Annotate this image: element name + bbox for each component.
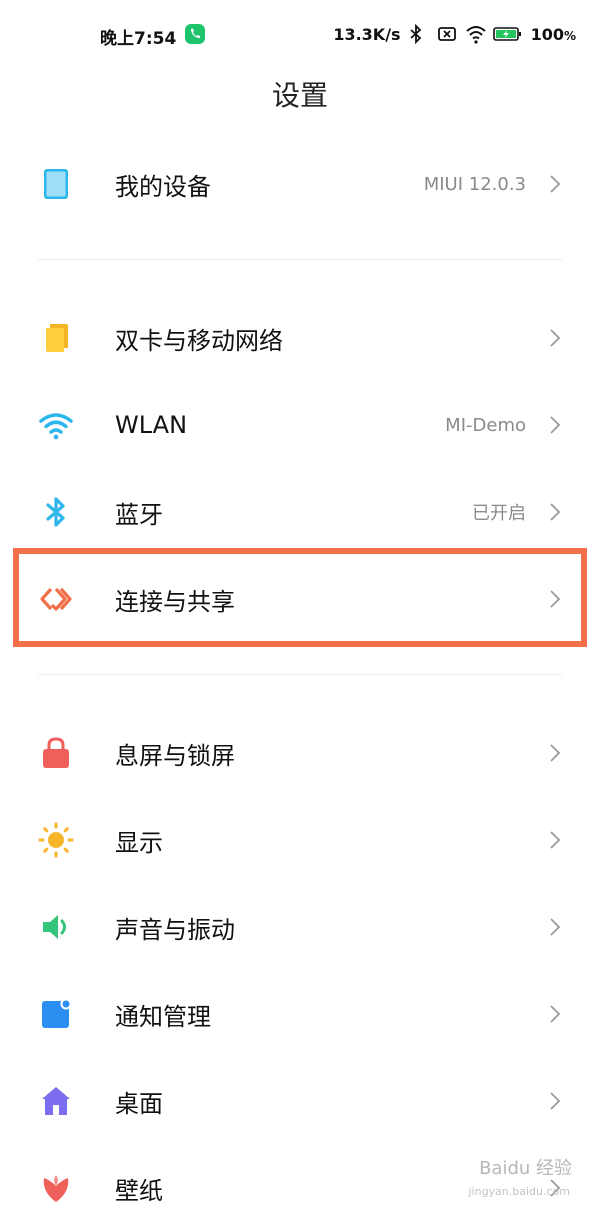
chevron-right-icon xyxy=(544,501,566,523)
network-speed: 13.3K/s xyxy=(333,24,401,44)
row-label: WLAN xyxy=(115,411,188,439)
flower-icon xyxy=(38,1170,74,1206)
row-label: 桌面 xyxy=(115,1089,163,1118)
row-value: MI-Demo xyxy=(445,414,526,436)
lock-icon xyxy=(38,735,74,771)
sim-off-icon xyxy=(437,24,457,44)
chevron-right-icon xyxy=(544,173,566,195)
settings-row-notifications[interactable]: 通知管理 xyxy=(0,971,600,1057)
chevron-right-icon xyxy=(544,742,566,764)
sim-card-icon xyxy=(38,320,74,356)
row-label: 我的设备 xyxy=(115,172,211,201)
row-value: MIUI 12.0.3 xyxy=(423,173,526,195)
home-icon xyxy=(38,1083,74,1119)
wifi-icon xyxy=(38,407,74,443)
section-divider xyxy=(38,259,562,260)
phone-call-icon xyxy=(185,24,205,44)
chevron-right-icon xyxy=(544,829,566,851)
device-icon xyxy=(38,166,74,202)
settings-row-display[interactable]: 显示 xyxy=(0,797,600,883)
status-bar: 晚上7:54 13.3K/s 100% xyxy=(0,0,600,70)
row-label: 蓝牙 xyxy=(115,500,163,529)
settings-row-lock-screen[interactable]: 息屏与锁屏 xyxy=(0,710,600,796)
wifi-icon xyxy=(465,24,486,44)
row-label: 息屏与锁屏 xyxy=(115,741,235,770)
status-right: 13.3K/s 100% xyxy=(333,23,576,45)
watermark-url: jingyan.baidu.com xyxy=(468,1185,570,1198)
row-label: 通知管理 xyxy=(115,1002,211,1031)
chevron-right-icon xyxy=(544,1090,566,1112)
chevron-right-icon xyxy=(544,327,566,349)
sun-icon xyxy=(38,822,74,858)
settings-row-wlan[interactable]: WLAN MI-Demo xyxy=(0,382,600,468)
row-label: 声音与振动 xyxy=(115,915,235,944)
settings-row-my-device[interactable]: 我的设备 MIUI 12.0.3 xyxy=(0,141,600,227)
notification-icon xyxy=(38,996,74,1032)
row-label: 双卡与移动网络 xyxy=(115,326,283,355)
status-time: 晚上7:54 xyxy=(100,29,177,49)
battery-level: 100% xyxy=(530,24,576,44)
chevron-right-icon xyxy=(544,414,566,436)
section-divider xyxy=(38,674,562,675)
watermark-logo: Baidu 经验 xyxy=(479,1158,572,1179)
chevron-right-icon xyxy=(544,1003,566,1025)
settings-row-sim[interactable]: 双卡与移动网络 xyxy=(0,295,600,381)
row-label: 显示 xyxy=(115,828,163,857)
bluetooth-icon xyxy=(409,23,429,45)
row-value: 已开启 xyxy=(472,503,526,524)
row-label: 壁纸 xyxy=(115,1176,163,1205)
chevron-right-icon xyxy=(544,916,566,938)
settings-row-bluetooth[interactable]: 蓝牙 已开启 xyxy=(0,469,600,555)
settings-row-sound[interactable]: 声音与振动 xyxy=(0,884,600,970)
highlight-box xyxy=(13,548,587,647)
page-title: 设置 xyxy=(271,79,328,112)
settings-row-desktop[interactable]: 桌面 xyxy=(0,1058,600,1144)
battery-icon xyxy=(492,24,523,44)
bluetooth-icon xyxy=(38,494,74,530)
speaker-icon xyxy=(38,909,74,945)
